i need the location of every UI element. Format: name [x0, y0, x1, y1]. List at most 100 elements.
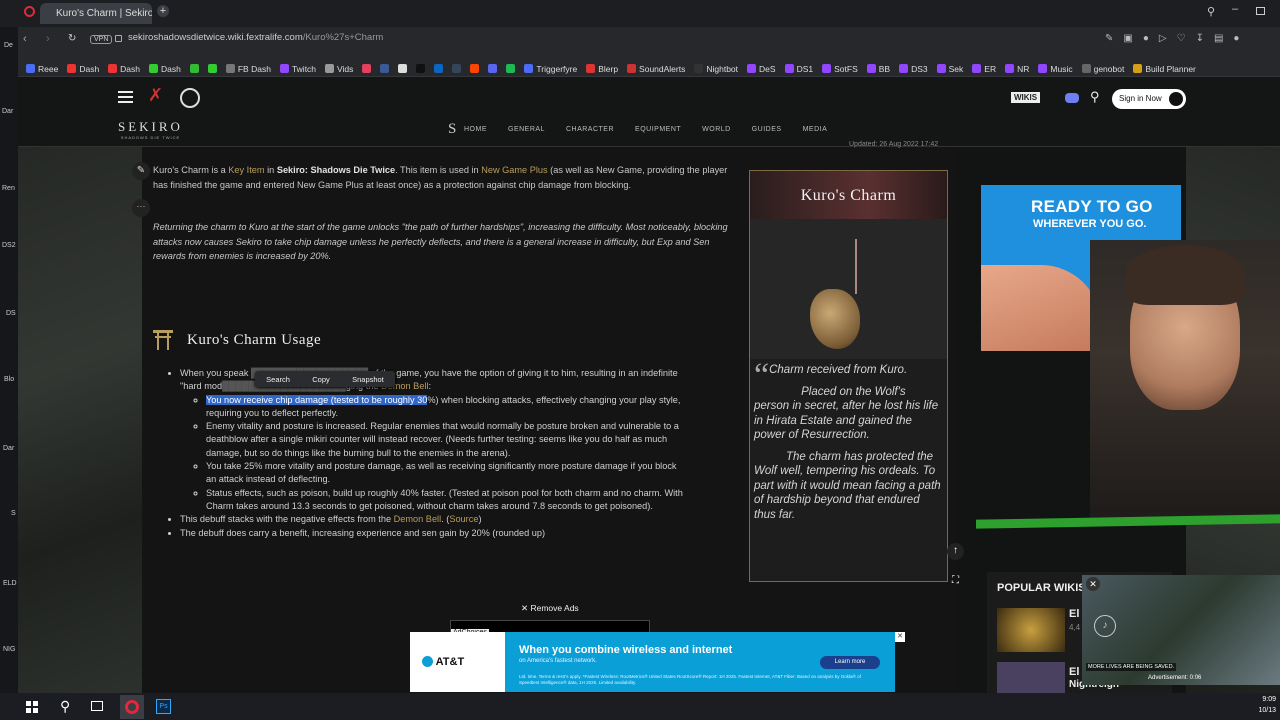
bookmark-item[interactable] [207, 64, 217, 73]
hamburger-menu-icon[interactable] [118, 91, 133, 103]
site-logo[interactable]: SEKIRO SHADOWS DIE TWICE [118, 119, 183, 140]
tracker-icon[interactable]: ● [1143, 33, 1159, 44]
more-options-icon[interactable]: ⋯ [132, 199, 150, 217]
play-icon[interactable]: ▷ [1159, 33, 1177, 44]
nav-world[interactable]: World [702, 126, 731, 133]
windows-start-icon[interactable] [26, 701, 38, 713]
bookmark-item[interactable]: genobot [1081, 64, 1124, 74]
nav-general[interactable]: General [508, 126, 545, 133]
bookmark-item[interactable] [380, 64, 390, 73]
wiki-thumb[interactable] [997, 608, 1065, 652]
bookmark-item[interactable]: Music [1038, 64, 1073, 74]
bookmark-item[interactable]: Dash [149, 64, 181, 74]
bookmark-item[interactable] [362, 64, 372, 73]
wiki-name[interactable]: El [1069, 666, 1079, 678]
bookmark-item[interactable]: Twitch [279, 64, 316, 74]
nav-home[interactable]: Home [464, 126, 487, 133]
bookmark-item[interactable]: Blerp [586, 64, 618, 74]
desktop-label[interactable]: NIG [3, 646, 15, 653]
nav-s-icon[interactable]: S [448, 121, 456, 138]
desktop-label[interactable]: DS [6, 310, 16, 317]
att-ad[interactable]: AT&T When you combine wireless and inter… [410, 632, 905, 692]
heart-icon[interactable]: ♡ [1177, 33, 1196, 44]
reload-icon[interactable]: ↻ [68, 33, 76, 44]
download-icon[interactable]: ↧ [1196, 33, 1214, 44]
task-view-icon[interactable] [91, 701, 103, 711]
bookmark-item[interactable]: DS3 [899, 64, 928, 74]
bookmark-item[interactable]: Dash [108, 64, 140, 74]
source-link[interactable]: Source [449, 514, 478, 524]
edit-icon[interactable]: ✎ [1105, 33, 1123, 44]
camera-icon[interactable]: ▣ [1123, 33, 1142, 44]
bookmark-item[interactable]: DS1 [784, 64, 813, 74]
profile-icon[interactable]: ● [1233, 33, 1249, 44]
desktop-label[interactable]: De [4, 42, 13, 49]
remove-ads-button[interactable]: ✕ Remove Ads [521, 603, 579, 614]
bookmark-item[interactable]: DeS [747, 64, 776, 74]
nav-equipment[interactable]: Equipment [635, 126, 681, 133]
bookmark-item[interactable]: BB [866, 64, 890, 74]
edit-icon[interactable]: ✎ [132, 162, 150, 180]
wikis-dropdown[interactable]: WIKIS [1011, 92, 1041, 103]
search-tabs-icon[interactable]: ⚲ [1207, 5, 1215, 18]
browser-tab[interactable]: Kuro's Charm | Sekiro Sha [40, 3, 152, 24]
nav-character[interactable]: Character [566, 126, 614, 133]
forward-icon[interactable]: › [46, 33, 50, 45]
context-snapshot[interactable]: Snapshot [352, 375, 384, 384]
demon-bell-link[interactable]: Demon Bell [394, 514, 442, 524]
search-icon[interactable]: ⚲ [1090, 89, 1100, 105]
bookmark-item[interactable] [488, 64, 498, 73]
bookmark-item[interactable] [452, 64, 462, 73]
ad-close-icon[interactable]: ✕ [895, 632, 905, 642]
expand-icon[interactable]: ⛶ [947, 573, 964, 590]
bookmark-item[interactable] [416, 64, 426, 73]
desktop-label[interactable]: Ren [2, 185, 15, 192]
bookmark-item[interactable]: NR [1005, 64, 1029, 74]
context-search[interactable]: Search [266, 375, 290, 384]
wallet-icon[interactable]: ▤ [1214, 33, 1233, 44]
taskbar-search-icon[interactable]: ⚲ [60, 698, 70, 715]
bookmark-item[interactable] [470, 64, 480, 73]
key-item-link[interactable]: Key Item [228, 165, 264, 175]
desktop-label[interactable]: Dar [3, 445, 14, 452]
nav-guides[interactable]: Guides [752, 126, 782, 133]
bookmark-item[interactable] [398, 64, 408, 73]
att-cta-button[interactable]: Learn more [820, 656, 880, 669]
desktop-label[interactable]: Dar [2, 108, 13, 115]
mute-icon[interactable]: ♪ [1094, 615, 1116, 637]
nav-media[interactable]: Media [803, 126, 828, 133]
desktop-label[interactable]: ELD [3, 580, 17, 587]
context-copy[interactable]: Copy [312, 375, 330, 384]
video-ad[interactable]: ✕ ♪ MORE LIVES ARE BEING SAVED. Advertis… [1082, 575, 1280, 685]
bookmark-item[interactable]: Sek [936, 64, 963, 74]
bookmark-item[interactable]: FB Dash [225, 64, 271, 74]
maximize-icon[interactable] [1256, 7, 1265, 15]
bookmark-item[interactable] [189, 64, 199, 73]
opera-icon[interactable] [24, 6, 35, 17]
bookmark-item[interactable] [434, 64, 444, 73]
bookmark-item[interactable]: Reee [26, 64, 58, 74]
bookmark-item[interactable]: SotFS [822, 64, 858, 74]
bookmark-item[interactable]: SoundAlerts [627, 64, 685, 74]
desktop-label[interactable]: S [11, 510, 16, 517]
back-icon[interactable]: ‹ [23, 33, 27, 45]
photoshop-taskbar-icon[interactable]: Ps [156, 699, 171, 714]
desktop-label[interactable]: Blo [4, 376, 14, 383]
new-tab-icon[interactable]: + [157, 5, 169, 17]
sign-in-button[interactable]: Sign in Now [1112, 89, 1186, 109]
desktop-label[interactable]: DS2 [2, 242, 16, 249]
close-icon[interactable]: ✕ [1086, 577, 1100, 591]
wiki-name[interactable]: El [1069, 608, 1079, 620]
bookmark-item[interactable]: Vids [325, 64, 353, 74]
opera-taskbar-icon[interactable] [120, 695, 144, 719]
wiki-thumb[interactable] [997, 662, 1065, 693]
url-field[interactable]: sekiroshadowsdietwice.wiki.fextralife.co… [128, 32, 383, 43]
bookmark-item[interactable]: ER [972, 64, 996, 74]
bookmark-item[interactable]: Triggerfyre [524, 64, 577, 74]
bookmark-item[interactable] [506, 64, 516, 73]
bookmark-item[interactable]: Build Planner [1133, 64, 1196, 74]
clock[interactable]: 9:09 10/13 [1252, 696, 1276, 714]
discord-icon[interactable] [1065, 93, 1079, 103]
bookmark-item[interactable]: Dash [67, 64, 99, 74]
swords-icon[interactable]: ✗ [148, 85, 163, 106]
